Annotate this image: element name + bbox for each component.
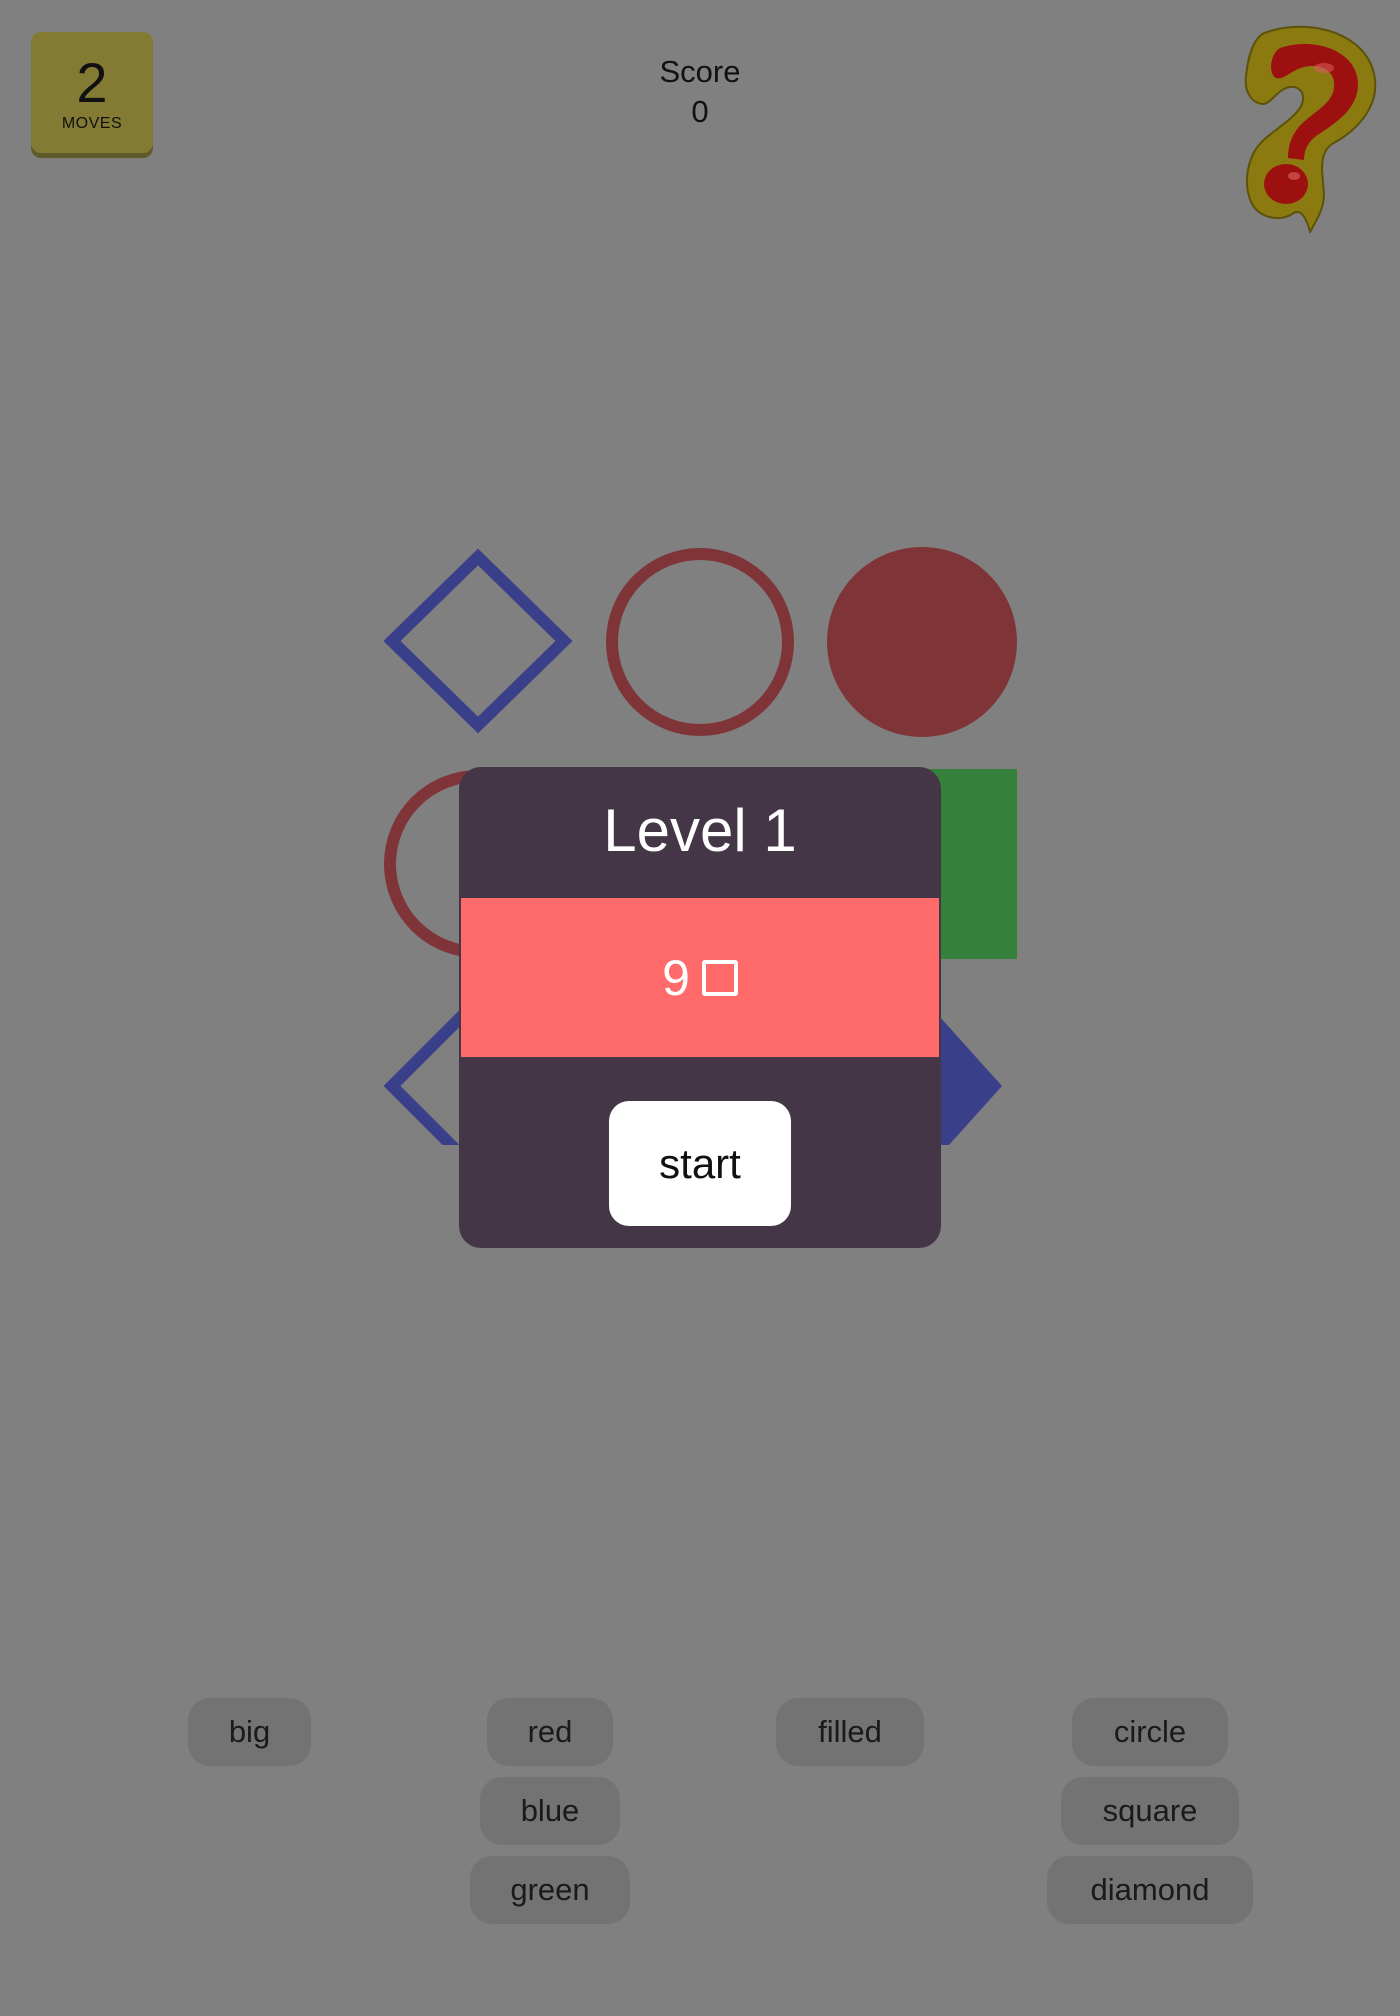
filter-chip-diamond[interactable]: diamond — [1047, 1856, 1253, 1924]
level-goal-banner: 9 — [461, 898, 939, 1057]
filter-chip-big[interactable]: big — [188, 1698, 311, 1766]
board-shape-diamond-blue-outline[interactable] — [383, 548, 573, 734]
filter-chip-green[interactable]: green — [470, 1856, 630, 1924]
level-title: Level 1 — [603, 797, 797, 864]
filter-chip-red[interactable]: red — [487, 1698, 613, 1766]
filter-chip-circle[interactable]: circle — [1072, 1698, 1228, 1766]
score-label: Score — [659, 54, 741, 89]
start-button[interactable]: start — [609, 1101, 791, 1226]
filter-chip-filled[interactable]: filled — [776, 1698, 924, 1766]
question-mark-icon[interactable] — [1240, 18, 1385, 233]
board-shape-circle-red-outline[interactable] — [606, 548, 794, 736]
moves-count: 2 — [76, 51, 108, 114]
score-display: Score 0 — [600, 52, 800, 132]
goal-count: 9 — [662, 949, 690, 1006]
filter-chip-square[interactable]: square — [1061, 1777, 1239, 1845]
moves-label: MOVES — [61, 115, 123, 132]
level-start-dialog: Level 1 9 start — [459, 767, 941, 1248]
moves-counter: 2 MOVES — [31, 32, 153, 153]
square-outline-icon — [701, 959, 738, 996]
board-shape-circle-red-filled[interactable] — [827, 547, 1017, 737]
game-screen: 2 MOVES Score 0 Level 1 9 start big red … — [0, 0, 1400, 2016]
score-value: 0 — [691, 94, 709, 129]
filter-chip-blue[interactable]: blue — [480, 1777, 620, 1845]
